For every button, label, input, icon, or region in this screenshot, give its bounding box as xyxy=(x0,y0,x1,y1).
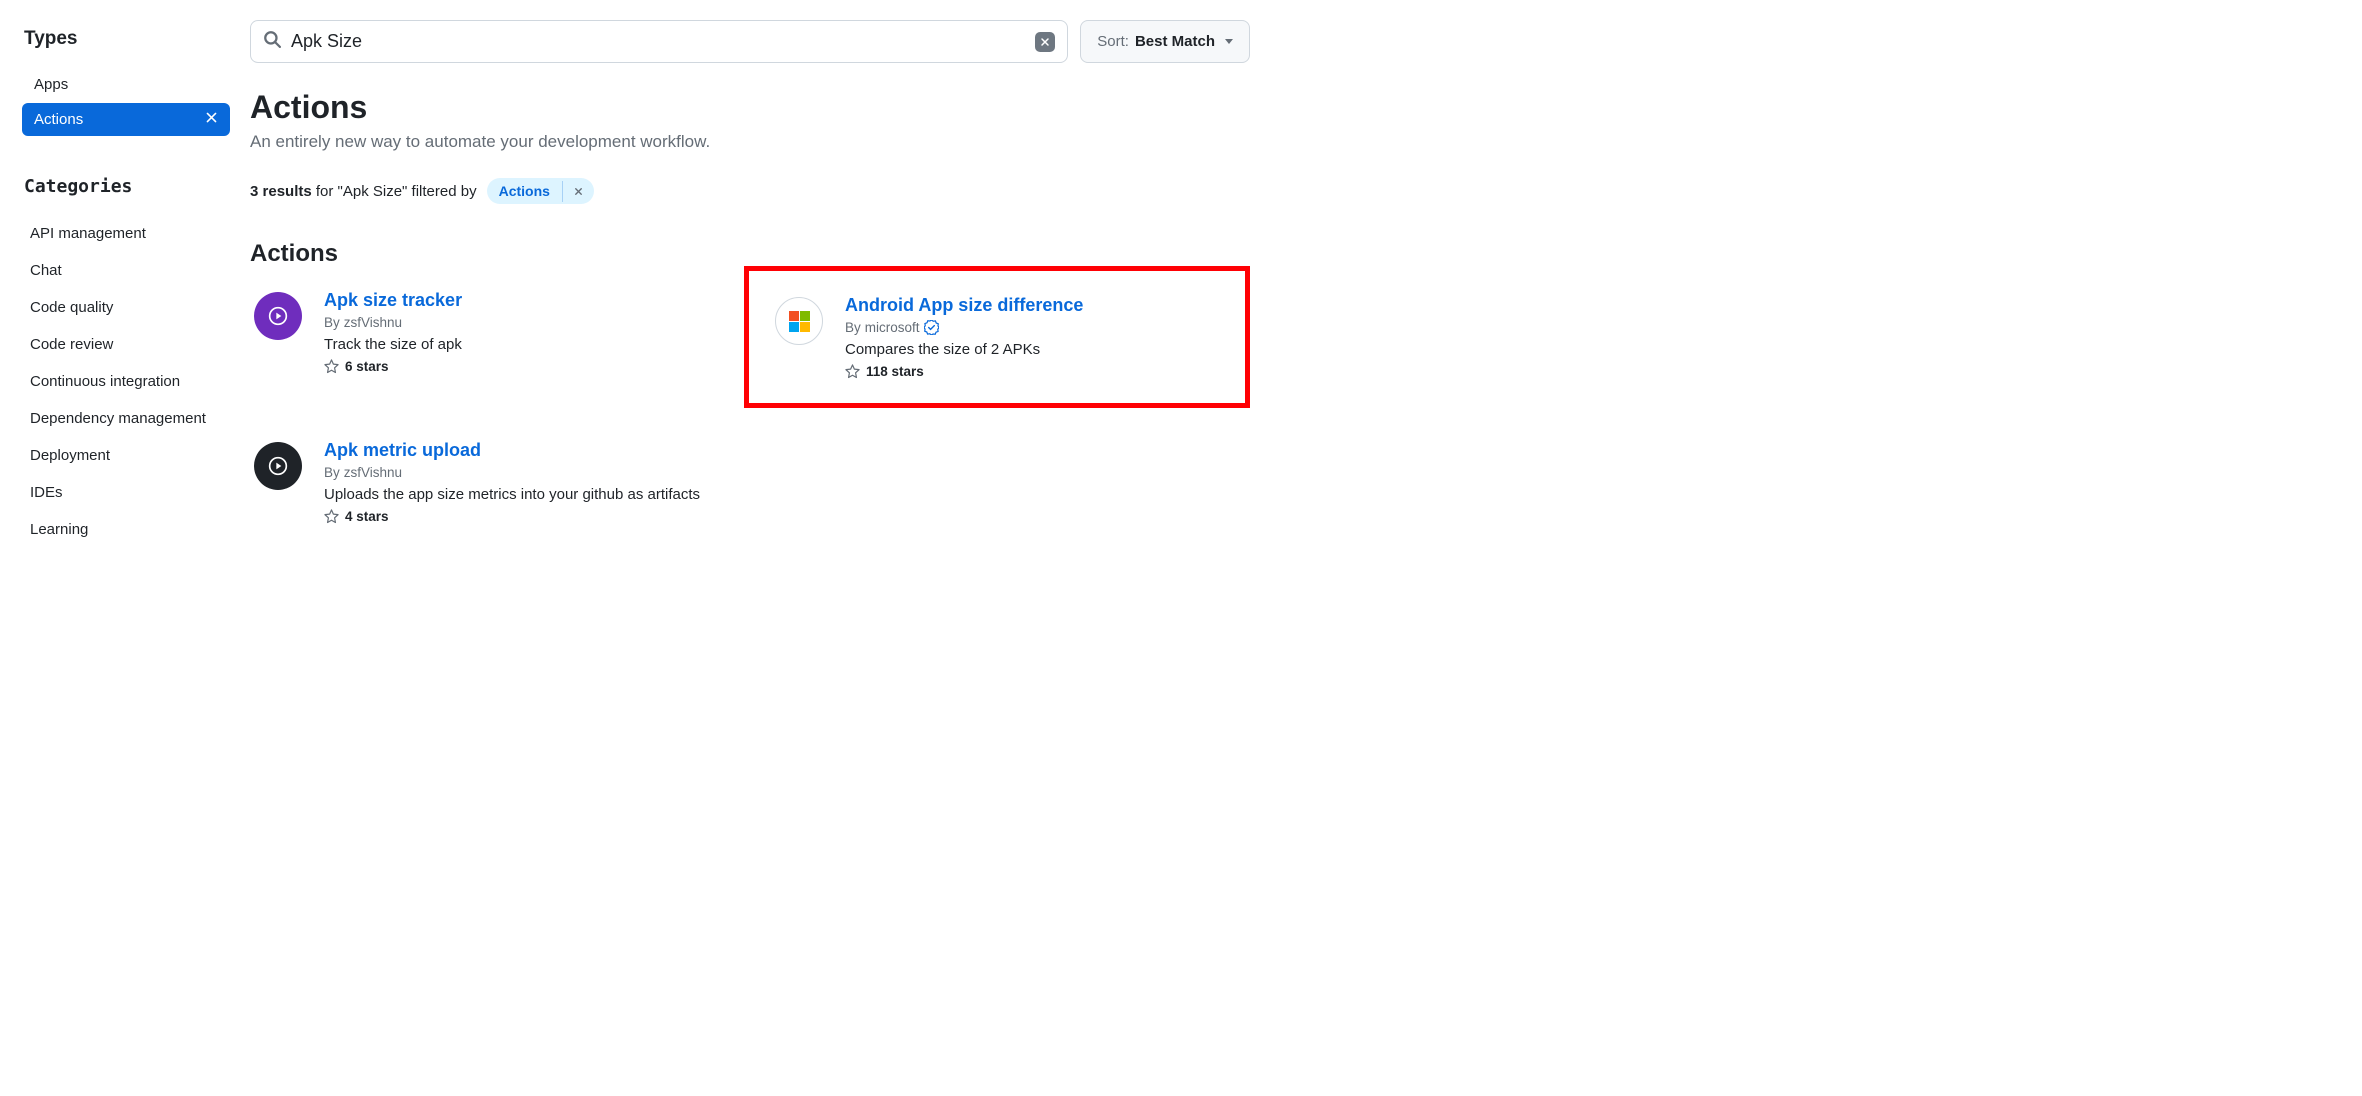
sidebar: Types Apps Actions Categories API manage… xyxy=(20,20,230,548)
card-stars: 4 stars xyxy=(324,509,726,524)
category-deployment[interactable]: Deployment xyxy=(22,437,230,474)
chevron-down-icon xyxy=(1225,39,1233,44)
types-heading: Types xyxy=(24,28,230,50)
card-description: Uploads the app size metrics into your g… xyxy=(324,486,726,503)
clear-search-button[interactable] xyxy=(1035,32,1055,52)
section-heading: Actions xyxy=(250,240,1250,268)
filter-chip-actions: Actions xyxy=(487,178,594,204)
page-subtitle: An entirely new way to automate your dev… xyxy=(250,132,1250,152)
type-filter-apps[interactable]: Apps xyxy=(22,68,230,101)
card-author: By microsoft xyxy=(845,320,1235,335)
chip-label[interactable]: Actions xyxy=(487,178,562,204)
top-controls: Sort: Best Match xyxy=(250,20,1250,63)
search-input[interactable] xyxy=(291,31,1035,52)
star-icon xyxy=(324,359,339,374)
card-author: By zsfVishnu xyxy=(324,315,726,330)
action-avatar xyxy=(775,297,823,345)
card-title-link[interactable]: Apk metric upload xyxy=(324,440,481,461)
results-text: for "Apk Size" filtered by xyxy=(312,183,477,200)
card-title-link[interactable]: Android App size difference xyxy=(845,295,1083,316)
results-count: 3 results xyxy=(250,183,312,200)
action-avatar xyxy=(254,442,302,490)
card-title-link[interactable]: Apk size tracker xyxy=(324,290,462,311)
category-code-review[interactable]: Code review xyxy=(22,326,230,363)
sort-dropdown[interactable]: Sort: Best Match xyxy=(1080,20,1250,63)
card-stars: 6 stars xyxy=(324,359,726,374)
nav-label: Actions xyxy=(34,111,83,128)
card-description: Compares the size of 2 APKs xyxy=(845,341,1235,358)
type-filter-actions[interactable]: Actions xyxy=(22,103,230,136)
category-chat[interactable]: Chat xyxy=(22,252,230,289)
action-avatar xyxy=(254,292,302,340)
search-box[interactable] xyxy=(250,20,1068,63)
verified-icon xyxy=(924,320,939,335)
nav-label: Apps xyxy=(34,76,68,93)
close-icon[interactable] xyxy=(205,111,218,128)
result-card[interactable]: Apk size tracker By zsfVishnu Track the … xyxy=(250,286,730,408)
sort-value: Best Match xyxy=(1135,33,1215,50)
category-ides[interactable]: IDEs xyxy=(22,474,230,511)
search-icon xyxy=(263,30,281,53)
chip-remove-button[interactable] xyxy=(562,181,594,202)
result-card[interactable]: Apk metric upload By zsfVishnu Uploads t… xyxy=(250,436,730,528)
results-grid: Apk size tracker By zsfVishnu Track the … xyxy=(250,286,1250,528)
microsoft-logo-icon xyxy=(789,311,810,332)
category-code-quality[interactable]: Code quality xyxy=(22,289,230,326)
page-title: Actions xyxy=(250,89,1250,126)
main-content: Sort: Best Match Actions An entirely new… xyxy=(250,20,1250,548)
result-card-highlighted[interactable]: Android App size difference By microsoft… xyxy=(744,266,1250,408)
star-icon xyxy=(845,364,860,379)
category-continuous-integration[interactable]: Continuous integration xyxy=(22,363,230,400)
category-dependency-management[interactable]: Dependency management xyxy=(22,400,230,437)
card-author: By zsfVishnu xyxy=(324,465,726,480)
category-learning[interactable]: Learning xyxy=(22,511,230,548)
results-summary: 3 results for "Apk Size" filtered by Act… xyxy=(250,178,1250,204)
categories-heading: Categories xyxy=(24,176,230,197)
category-api-management[interactable]: API management xyxy=(22,215,230,252)
card-stars: 118 stars xyxy=(845,364,1235,379)
star-icon xyxy=(324,509,339,524)
sort-label: Sort: xyxy=(1097,33,1129,50)
card-description: Track the size of apk xyxy=(324,336,726,353)
